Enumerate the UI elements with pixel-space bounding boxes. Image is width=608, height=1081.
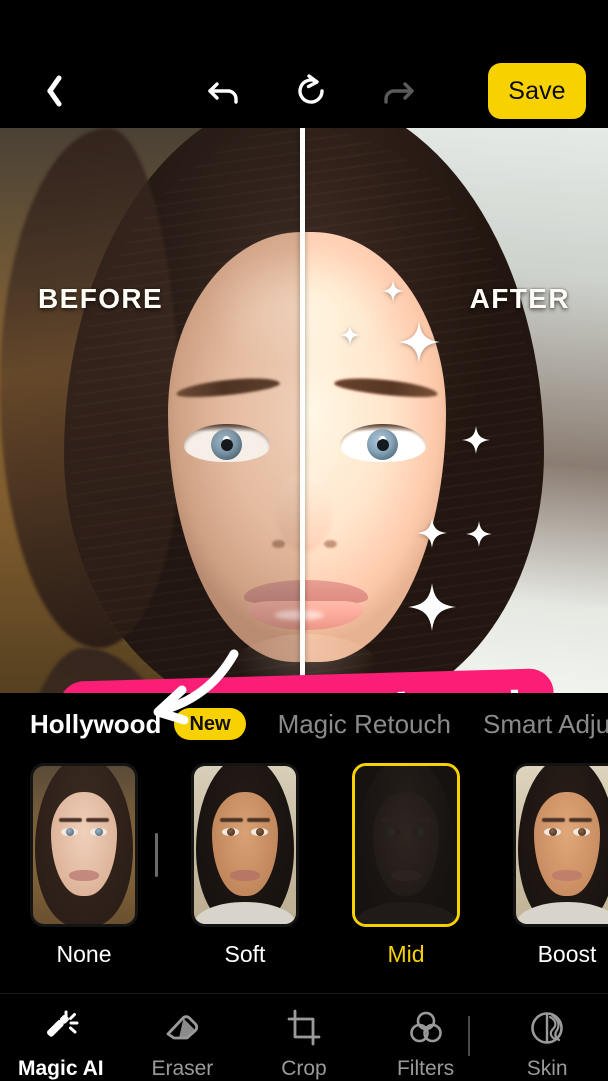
preset-soft-label: Soft (224, 941, 266, 967)
nav-magic-ai[interactable]: Magic AI (0, 1008, 122, 1081)
redo-icon (378, 71, 418, 111)
nav-crop-label: Crop (281, 1057, 327, 1080)
editor-screen: Save BEFORE AFTER Hollywood New Magic Re… (0, 0, 608, 1081)
preset-none-label: None (56, 941, 112, 967)
preset-none-thumbnail[interactable] (30, 763, 138, 927)
preset-boost-thumbnail[interactable] (513, 763, 608, 927)
nav-filters-label: Filters (396, 1057, 455, 1080)
after-label: AFTER (469, 283, 570, 314)
undo-icon (204, 71, 244, 111)
undo-button[interactable] (196, 63, 252, 119)
filters-circles-icon (406, 1008, 446, 1048)
history-controls (196, 62, 426, 120)
tab-magic-retouch[interactable]: Magic Retouch (278, 709, 451, 740)
curved-arrow-down-left-icon (130, 648, 240, 731)
after-portrait-image (304, 128, 608, 693)
after-half (304, 128, 608, 693)
tab-smart-adjust[interactable]: Smart Adju (483, 709, 608, 740)
preset-boost[interactable]: Boost (513, 763, 608, 968)
nav-magic-ai-label: Magic AI (18, 1057, 104, 1080)
promo-banner: Highlight your beauty with Hollywood AI (52, 668, 555, 693)
top-toolbar: Save (0, 0, 608, 128)
preset-thumbnail-image (516, 766, 608, 924)
nav-skin-label: Skin (526, 1057, 568, 1080)
before-after-split-handle[interactable] (300, 128, 305, 693)
nav-eraser[interactable]: Eraser (122, 1008, 244, 1081)
preset-thumbnail-image (33, 766, 135, 924)
before-label: BEFORE (38, 283, 164, 314)
nav-skin[interactable]: Skin (486, 1008, 608, 1081)
preset-mid-thumbnail[interactable] (352, 763, 460, 927)
preset-soft[interactable]: Soft (191, 763, 299, 968)
mode-tab-strip: Hollywood New Magic Retouch Smart Adju (0, 693, 608, 755)
reset-icon (291, 71, 331, 111)
preset-divider (155, 833, 158, 877)
preset-soft-thumbnail[interactable] (191, 763, 299, 927)
before-portrait-image (0, 128, 304, 693)
preset-none[interactable]: None (30, 763, 138, 968)
save-button-label: Save (508, 76, 566, 105)
reset-button[interactable] (283, 63, 339, 119)
redo-button[interactable] (370, 63, 426, 119)
tab-smart-adjust-label: Smart Adju (482, 708, 608, 739)
preset-boost-label: Boost (537, 941, 597, 967)
nav-crop[interactable]: Crop (243, 1008, 365, 1081)
preset-mid-label: Mid (387, 941, 425, 967)
nav-eraser-label: Eraser (151, 1057, 214, 1080)
promo-banner-line1: Highlight your beauty (52, 680, 554, 693)
nav-divider (468, 1016, 470, 1056)
bottom-tool-nav: Magic AI Eraser Crop Filters Skin (0, 993, 608, 1081)
preset-thumbnail-image (355, 766, 457, 924)
crop-icon (284, 1008, 324, 1048)
skin-circle-icon (527, 1008, 567, 1048)
magic-wand-icon (41, 1008, 81, 1048)
chevron-left-icon (37, 72, 59, 108)
back-button[interactable] (22, 62, 74, 118)
tab-magic-retouch-label: Magic Retouch (277, 708, 451, 739)
eraser-icon (162, 1008, 202, 1048)
preset-mid[interactable]: Mid (352, 763, 460, 968)
preset-thumbnail-image (194, 766, 296, 924)
save-button[interactable]: Save (488, 63, 586, 119)
before-half (0, 128, 304, 693)
preset-carousel[interactable]: None Soft Mid Boost (0, 755, 608, 993)
before-after-preview[interactable]: BEFORE AFTER Highlight your bea (0, 128, 608, 693)
